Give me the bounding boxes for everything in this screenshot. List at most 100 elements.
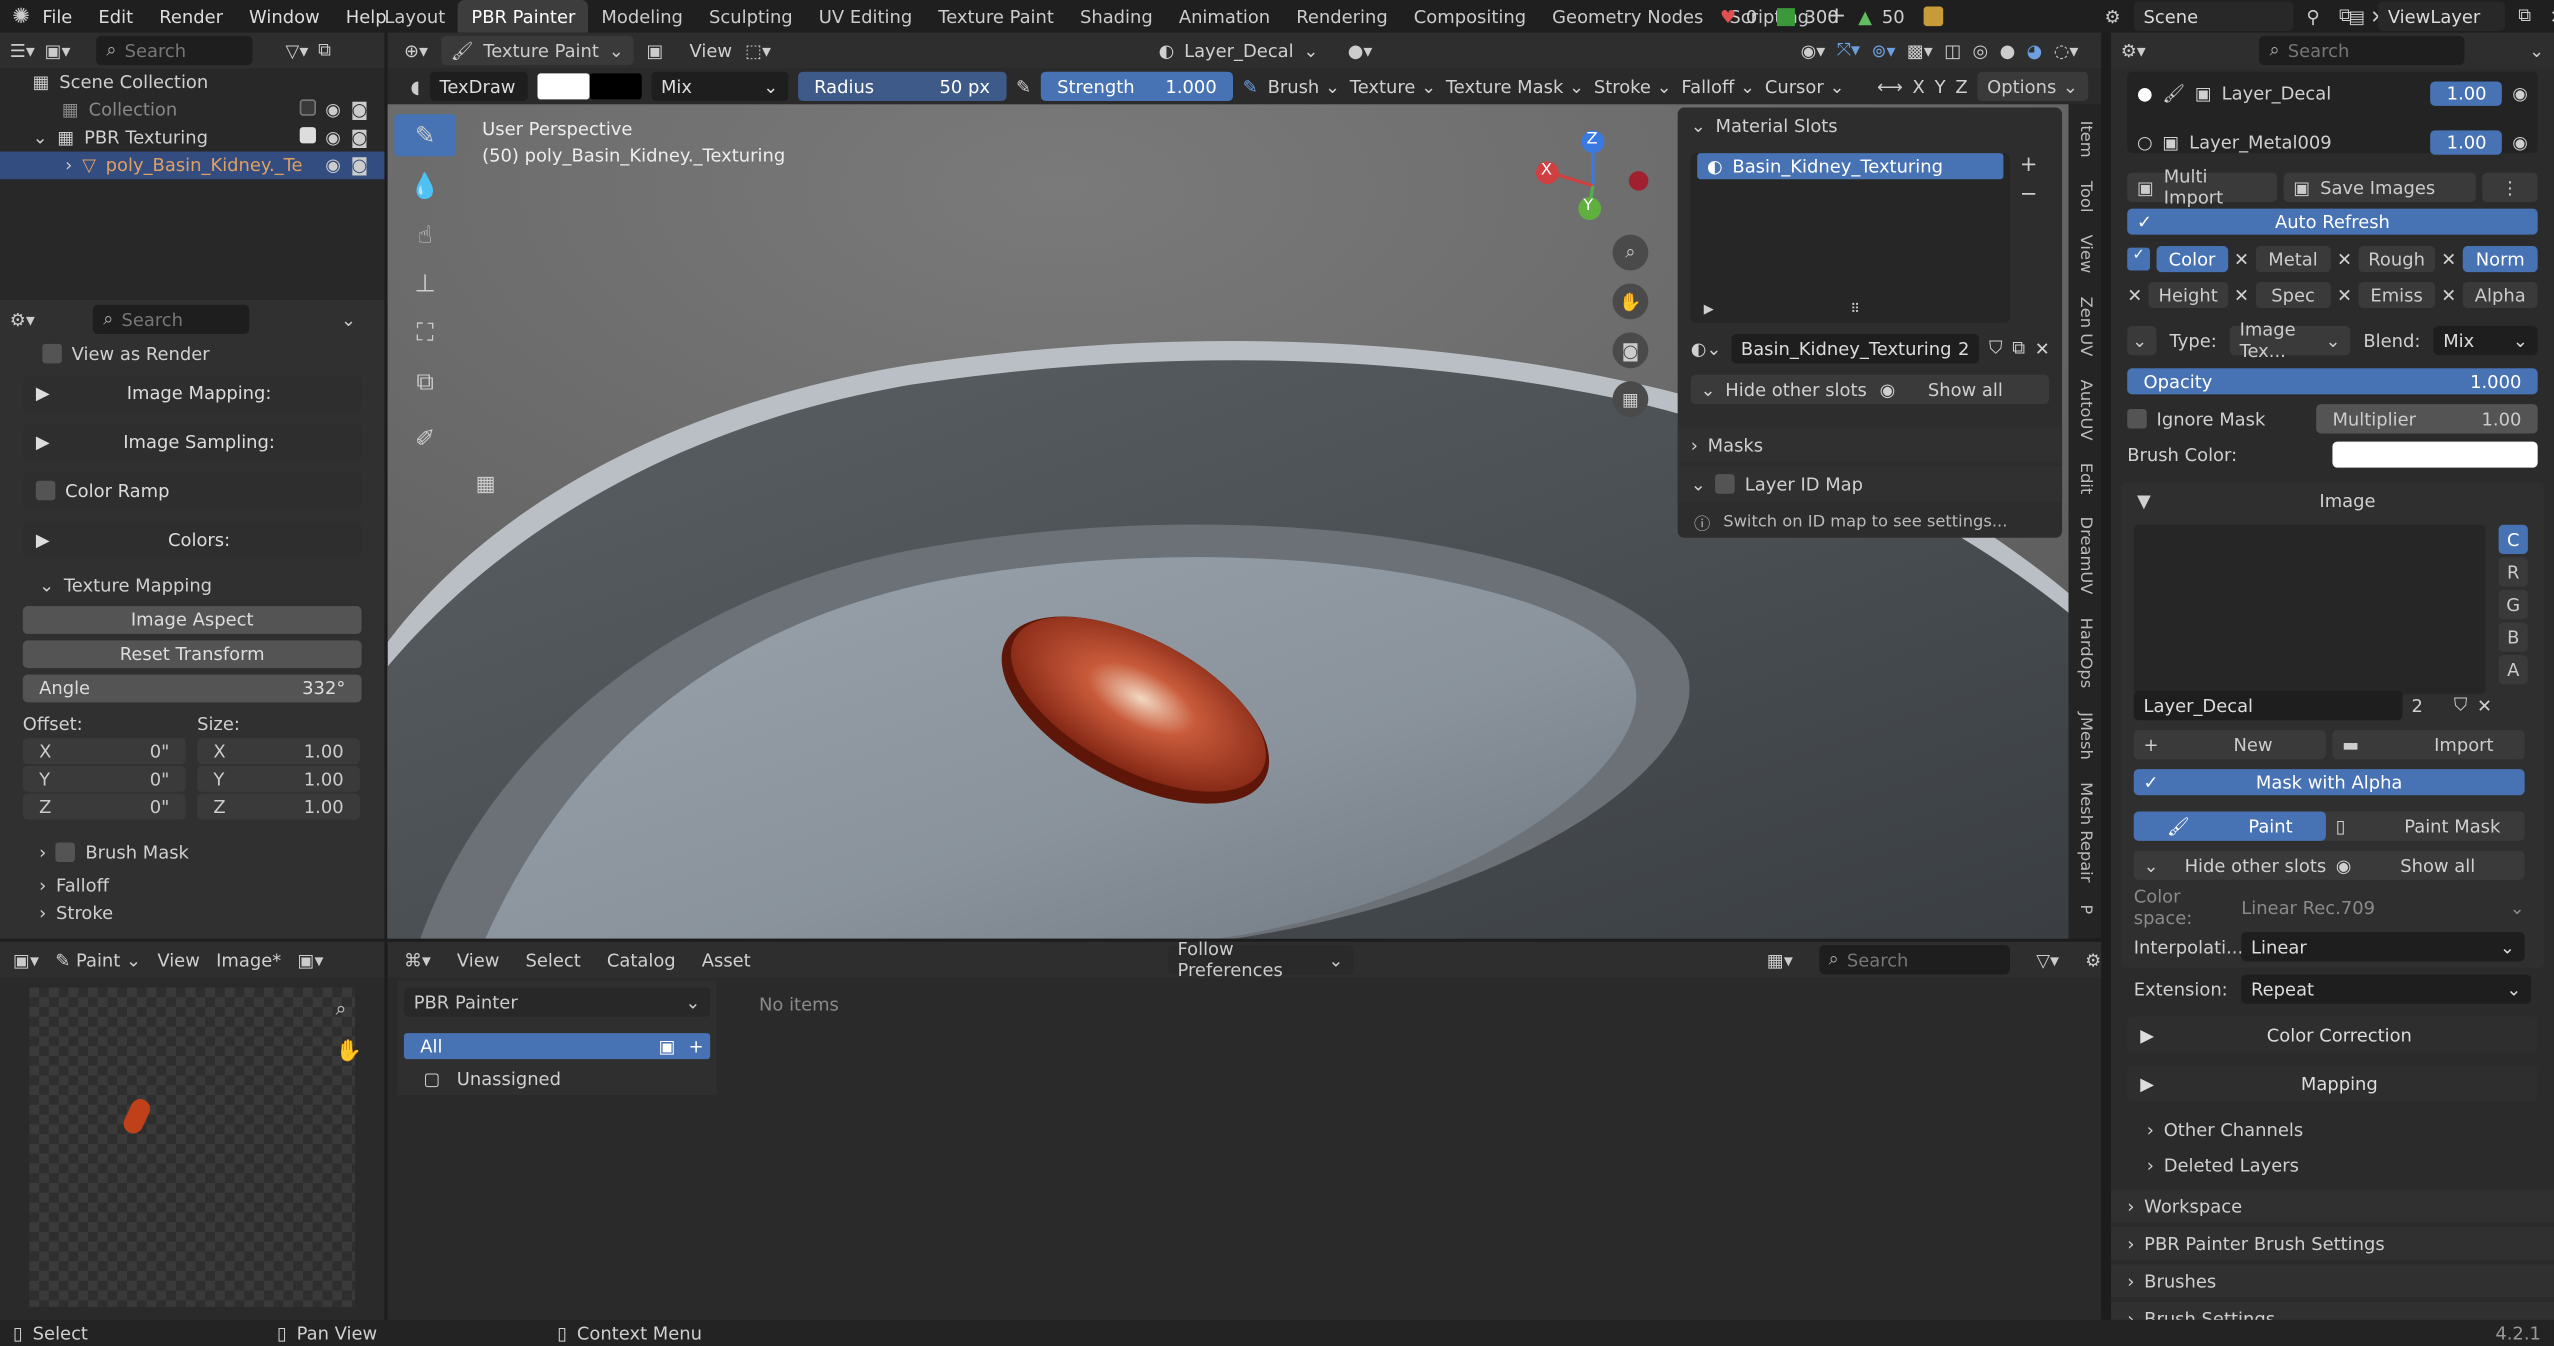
- close-icon[interactable]: ✕: [2477, 695, 2492, 716]
- image-view-menu[interactable]: View: [157, 949, 200, 970]
- outliner-row-scene-collection[interactable]: ▦ Scene Collection: [0, 68, 384, 96]
- paint-mask-button[interactable]: ▯ Paint Mask: [2326, 816, 2525, 837]
- mask-with-alpha-toggle[interactable]: ✓ Mask with Alpha: [2133, 769, 2525, 796]
- chevron-down-icon[interactable]: ⌄: [341, 309, 356, 330]
- tab-shading[interactable]: Shading: [1067, 0, 1166, 33]
- paint-mode-dropdown[interactable]: ✎ Paint ⌄: [55, 949, 141, 970]
- display-mode-icon[interactable]: ▦▾: [1767, 949, 1793, 970]
- camera-view-icon[interactable]: ◙: [1612, 332, 1649, 369]
- active-layer-dropdown[interactable]: ◐ Layer_Decal ⌄: [1159, 40, 1319, 61]
- material-shading-icon[interactable]: ◕: [2027, 40, 2043, 61]
- hide-other-slots-button[interactable]: ⌄ Hide other slots: [2134, 855, 2329, 876]
- chevron-down-icon[interactable]: ⌄: [33, 127, 48, 148]
- remove-slot-icon[interactable]: −: [2020, 183, 2038, 207]
- show-all-button[interactable]: ◉ Show all: [1870, 379, 2049, 400]
- blend-mode-dropdown[interactable]: Mix ⌄: [651, 71, 789, 102]
- brush-mask-checkbox[interactable]: [56, 842, 76, 863]
- editor-type-icon[interactable]: ☰▾: [10, 40, 35, 61]
- editor-type-icon[interactable]: ⚙▾: [2121, 40, 2146, 61]
- import-image-button[interactable]: ▬ Import: [2332, 730, 2525, 760]
- slot-selector-icon[interactable]: ⬚▾: [745, 40, 771, 61]
- ignore-mask-checkbox[interactable]: [2127, 409, 2147, 429]
- shield-icon[interactable]: ⛉: [1989, 337, 2002, 360]
- brush-color-swatch[interactable]: [2332, 441, 2538, 468]
- primary-color-swatch[interactable]: [537, 73, 590, 100]
- resize-grip-icon[interactable]: ⠿: [1850, 301, 1860, 316]
- asset-view-menu[interactable]: View: [457, 949, 500, 970]
- draw-tool-icon[interactable]: ✎: [394, 114, 457, 157]
- masks-section[interactable]: › Masks: [1677, 426, 2063, 463]
- channel-emiss[interactable]: ✕ Emiss: [2337, 280, 2435, 309]
- paint-button[interactable]: 🖌 Paint: [2133, 811, 2326, 841]
- side-tab-jmesh[interactable]: JMesh: [2076, 711, 2094, 759]
- blender-logo-icon[interactable]: ✺: [0, 4, 42, 28]
- new-image-button[interactable]: + New: [2133, 730, 2326, 760]
- side-tab-autouv[interactable]: AutoUV: [2076, 379, 2094, 440]
- layer-row[interactable]: ● 🖌 ▣ Layer_Decal 1.00 ◉: [2137, 78, 2528, 107]
- pin-icon[interactable]: ⚲: [2300, 6, 2326, 27]
- tab-geometry-nodes[interactable]: Geometry Nodes: [1539, 0, 1716, 33]
- falloff-menu[interactable]: Falloff ⌄: [1681, 76, 1755, 97]
- props-search-input[interactable]: Search: [121, 309, 183, 330]
- symmetry-y-toggle[interactable]: Y: [1935, 76, 1946, 97]
- layer-opacity[interactable]: 1.00: [2430, 80, 2503, 106]
- channel-r-button[interactable]: R: [2498, 557, 2528, 587]
- strength-slider[interactable]: Strength 1.000: [1040, 71, 1234, 102]
- menu-window[interactable]: Window: [249, 6, 320, 27]
- channel-g-button[interactable]: G: [2498, 589, 2528, 620]
- outliner-row-pbr-texturing[interactable]: ⌄ ▦ PBR Texturing ◉ ◙: [0, 124, 384, 152]
- menu-render[interactable]: Render: [159, 6, 223, 27]
- chevron-down-icon[interactable]: ⌄: [2529, 40, 2544, 61]
- extension-dropdown[interactable]: Repeat ⌄: [2241, 974, 2532, 1004]
- save-images-button[interactable]: ▣ Save Images: [2283, 172, 2476, 203]
- image-sampling-section[interactable]: ▶ Image Sampling:: [22, 423, 362, 460]
- material-slot-item[interactable]: ◐ Basin_Kidney_Texturing: [1697, 153, 2004, 180]
- gizmo-icon[interactable]: ⤧▾: [1837, 39, 1860, 62]
- side-tab-dreamuv[interactable]: DreamUV: [2076, 517, 2094, 595]
- brushes-section[interactable]: › Brushes: [2110, 1264, 2554, 1298]
- rendered-shading-icon[interactable]: ◌▾: [2054, 40, 2079, 61]
- filter-icon[interactable]: ▽▾: [286, 40, 309, 61]
- layer-row[interactable]: ○ ▣ Layer_Metal009 1.00 ◉: [2137, 127, 2528, 156]
- duplicate-icon[interactable]: ⧉: [2012, 337, 2025, 360]
- close-icon[interactable]: ✕: [2035, 338, 2050, 359]
- layer-id-map-section[interactable]: ⌄ Layer ID Map: [1677, 466, 2063, 502]
- deleted-layers-row[interactable]: › Deleted Layers: [2147, 1150, 2554, 1179]
- outliner-row-collection[interactable]: ▦ Collection ◉ ◙: [0, 96, 384, 124]
- stroke-menu[interactable]: Stroke ⌄: [1594, 76, 1672, 97]
- zoom-icon[interactable]: ⌕: [336, 997, 347, 1021]
- image-name-field[interactable]: Layer_Decal: [2133, 690, 2402, 721]
- side-tab-tool[interactable]: Tool: [2076, 180, 2094, 212]
- symmetry-z-toggle[interactable]: Z: [1955, 76, 1967, 97]
- size-x-field[interactable]: X 1.00: [197, 738, 360, 765]
- asset-select-menu[interactable]: Select: [526, 949, 581, 970]
- side-tab-p[interactable]: P: [2076, 905, 2094, 915]
- image-aspect-button[interactable]: Image Aspect: [22, 606, 362, 634]
- asset-catalog-menu[interactable]: Catalog: [607, 949, 676, 970]
- layer-id-map-checkbox[interactable]: [1715, 474, 1736, 494]
- close-icon[interactable]: ✕: [2544, 6, 2554, 27]
- mode-dropdown[interactable]: 🖌 Texture Paint ⌄: [440, 35, 634, 66]
- eye-icon[interactable]: ◉: [2512, 131, 2528, 152]
- pan-hand-icon[interactable]: ✋: [336, 1040, 362, 1064]
- brush-menu[interactable]: Brush ⌄: [1268, 76, 1340, 97]
- camera-icon[interactable]: ◙: [351, 99, 368, 120]
- multi-import-button[interactable]: ▣ Multi Import: [2127, 166, 2278, 209]
- size-y-field[interactable]: Y 1.00: [197, 765, 360, 792]
- camera-icon[interactable]: ◙: [351, 155, 368, 176]
- catalog-all[interactable]: All ▣ +: [403, 1033, 711, 1060]
- tab-animation[interactable]: Animation: [1166, 0, 1283, 33]
- clone-tool-icon[interactable]: ⊥: [394, 264, 456, 303]
- new-viewlayer-icon[interactable]: ⧉: [2512, 5, 2538, 28]
- brush-name-field[interactable]: TexDraw: [429, 71, 528, 102]
- tab-compositing[interactable]: Compositing: [1401, 0, 1539, 33]
- side-tab-edit[interactable]: Edit: [2076, 463, 2094, 495]
- view-as-render-checkbox[interactable]: [42, 343, 62, 364]
- tab-rendering[interactable]: Rendering: [1283, 0, 1401, 33]
- material-browse-icon[interactable]: ◐⌄: [1691, 338, 1722, 359]
- asset-menu[interactable]: Asset: [702, 949, 751, 970]
- side-tab-item[interactable]: Item: [2076, 121, 2094, 158]
- soften-tool-icon[interactable]: 💧: [394, 166, 456, 205]
- record-icon[interactable]: ●▾: [1348, 40, 1373, 61]
- xray-icon[interactable]: ▩▾: [1907, 40, 1933, 61]
